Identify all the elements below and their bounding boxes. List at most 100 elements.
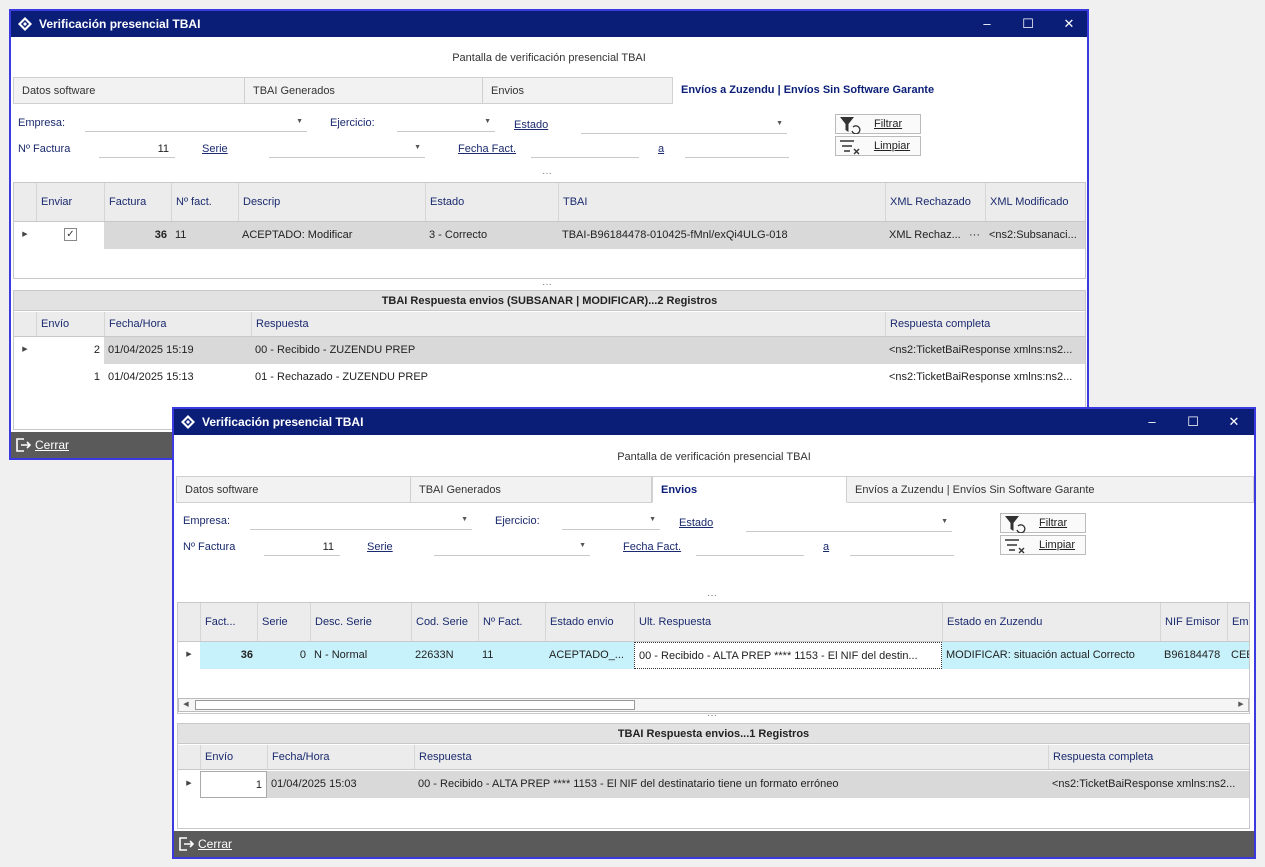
col-nfact[interactable]: Nº Fact. <box>478 603 545 641</box>
col-estado[interactable]: Estado <box>425 183 558 221</box>
col-fecha-hora[interactable]: Fecha/Hora <box>104 312 251 336</box>
col-factura[interactable]: Factura <box>104 183 171 221</box>
col-factura[interactable]: Fact... <box>200 603 257 641</box>
serie-link[interactable]: Serie <box>367 541 393 553</box>
scroll-left-icon[interactable]: ◀ <box>179 699 193 711</box>
col-desc-serie[interactable]: Desc. Serie <box>310 603 411 641</box>
col-descrip[interactable]: Descrip <box>238 183 425 221</box>
fecha-desde-input[interactable] <box>531 141 639 158</box>
fecha-a-link[interactable]: a <box>823 541 829 553</box>
limpiar-button[interactable]: Limpiar <box>1000 535 1086 555</box>
table-row[interactable]: ▶ 1 01/04/2025 15:03 00 - Recibido - ALT… <box>178 771 1249 798</box>
fecha-fact-link[interactable]: Fecha Fact. <box>458 143 516 155</box>
tab-datos-software[interactable]: Datos software <box>13 77 245 104</box>
col-serie[interactable]: Serie <box>257 603 310 641</box>
close-button[interactable]: ✕ <box>1048 11 1087 37</box>
col-xml-rechazado[interactable]: XML Rechazado <box>885 183 985 221</box>
col-nfact[interactable]: Nº fact. <box>171 183 238 221</box>
envios-zuzendu-grid[interactable]: Enviar Factura Nº fact. Descrip Estado T… <box>13 182 1086 279</box>
title-bar[interactable]: Verificación presencial TBAI – ☐ ✕ <box>11 11 1087 37</box>
col-enviar[interactable]: Enviar <box>36 183 104 221</box>
col-cod-serie[interactable]: Cod. Serie <box>411 603 478 641</box>
envios-grid[interactable]: Fact... Serie Desc. Serie Cod. Serie Nº … <box>177 602 1250 714</box>
col-em[interactable]: Em <box>1227 603 1249 641</box>
fecha-hasta-input[interactable] <box>850 539 954 556</box>
ellipsis-button[interactable]: ··· <box>969 222 985 249</box>
scrollbar-thumb[interactable] <box>195 700 635 710</box>
col-respuesta-completa[interactable]: Respuesta completa <box>885 312 1085 336</box>
col-ult-respuesta[interactable]: Ult. Respuesta <box>634 603 942 641</box>
serie-select[interactable]: ▼ <box>434 539 590 556</box>
empresa-select[interactable]: ▼ <box>250 513 472 530</box>
splitter-handle[interactable]: ··· <box>542 168 552 179</box>
fecha-a-link[interactable]: a <box>658 143 664 155</box>
splitter-handle[interactable]: ··· <box>542 279 552 290</box>
screen-header: Pantalla de verificación presencial TBAI <box>452 52 646 64</box>
fecha-hasta-input[interactable] <box>685 141 789 158</box>
cell-tbai: TBAI-B96184478-010425-fMnl/exQi4ULG-018 <box>558 222 885 249</box>
cell-envio: 1 <box>200 771 267 798</box>
cell-estado: 3 - Correcto <box>425 222 558 249</box>
estado-link[interactable]: Estado <box>514 119 548 131</box>
estado-select[interactable]: ▼ <box>581 117 787 134</box>
col-envio[interactable]: Envío <box>36 312 104 336</box>
table-row[interactable]: 1 01/04/2025 15:13 01 - Rechazado - ZUZE… <box>14 364 1085 391</box>
close-button[interactable]: ✕ <box>1213 409 1254 435</box>
minimize-button[interactable]: – <box>966 11 1008 37</box>
tab-envios[interactable]: Envios <box>652 476 847 503</box>
serie-link[interactable]: Serie <box>202 143 228 155</box>
filter-icon <box>1005 516 1026 533</box>
splitter-handle[interactable]: ··· <box>707 590 717 601</box>
col-respuesta-completa[interactable]: Respuesta completa <box>1048 745 1249 769</box>
col-tbai[interactable]: TBAI <box>558 183 885 221</box>
scroll-right-icon[interactable]: ▶ <box>1234 699 1248 711</box>
window-back[interactable]: Verificación presencial TBAI – ☐ ✕ Panta… <box>9 9 1089 460</box>
fecha-desde-input[interactable] <box>696 539 804 556</box>
ejercicio-select[interactable]: ▼ <box>562 513 660 530</box>
col-nif-emisor[interactable]: NIF Emisor <box>1160 603 1227 641</box>
estado-link[interactable]: Estado <box>679 517 713 529</box>
estado-select[interactable]: ▼ <box>746 515 952 532</box>
cell-ult-respuesta[interactable]: 00 - Recibido - ALTA PREP **** 1153 - El… <box>634 642 942 669</box>
col-estado-envio[interactable]: Estado envio <box>545 603 634 641</box>
fecha-fact-link[interactable]: Fecha Fact. <box>623 541 681 553</box>
maximize-button[interactable]: ☐ <box>1007 11 1049 37</box>
table-row[interactable]: ▶ 2 01/04/2025 15:19 00 - Recibido - ZUZ… <box>14 337 1085 364</box>
respuesta-grid[interactable]: TBAI Respuesta envios...1 Registros Enví… <box>177 723 1250 829</box>
filter-icon <box>840 117 861 134</box>
serie-select[interactable]: ▼ <box>269 141 425 158</box>
empresa-select[interactable]: ▼ <box>85 115 307 132</box>
col-respuesta[interactable]: Respuesta <box>414 745 1048 769</box>
splitter-handle[interactable]: ··· <box>707 710 717 721</box>
col-xml-modificado[interactable]: XML Modificado <box>985 183 1085 221</box>
col-estado-zuzendu[interactable]: Estado en Zuzendu <box>942 603 1160 641</box>
nfactura-input[interactable]: 11 <box>99 141 175 158</box>
title-bar[interactable]: Verificación presencial TBAI – ☐ ✕ <box>174 409 1254 435</box>
cell-cod-serie: 22633N <box>411 642 478 669</box>
tab-datos-software[interactable]: Datos software <box>176 476 411 503</box>
cell-respuesta: 00 - Recibido - ALTA PREP **** 1153 - El… <box>414 771 1048 798</box>
cell-estado-envio: ACEPTADO_... <box>545 642 634 669</box>
filtrar-button[interactable]: Filtrar <box>1000 513 1086 533</box>
filtrar-button[interactable]: Filtrar <box>835 114 921 134</box>
enviar-checkbox[interactable]: ✓ <box>64 228 77 241</box>
tab-envios[interactable]: Envios <box>483 77 673 104</box>
maximize-button[interactable]: ☐ <box>1172 409 1214 435</box>
col-envio[interactable]: Envío <box>200 745 267 769</box>
tab-tbai-generados[interactable]: TBAI Generados <box>245 77 483 104</box>
table-row[interactable]: ▶ ✓ 36 11 ACEPTADO: Modificar 3 - Correc… <box>14 222 1085 249</box>
table-row[interactable]: ▶ 36 0 N - Normal 22633N 11 ACEPTADO_...… <box>178 642 1249 669</box>
col-respuesta[interactable]: Respuesta <box>251 312 885 336</box>
tab-tbai-generados[interactable]: TBAI Generados <box>411 476 652 503</box>
empresa-label: Empresa: <box>18 117 66 129</box>
clear-filter-icon <box>1005 539 1025 554</box>
window-front[interactable]: Verificación presencial TBAI – ☐ ✕ Panta… <box>172 407 1256 859</box>
ejercicio-select[interactable]: ▼ <box>397 115 495 132</box>
tab-envios-zuzendu[interactable]: Envíos a Zuzendu | Envíos Sin Software G… <box>673 77 1087 104</box>
dropdown-arrow-icon: ▼ <box>461 516 468 523</box>
tab-envios-zuzendu[interactable]: Envíos a Zuzendu | Envíos Sin Software G… <box>847 476 1254 503</box>
col-fecha-hora[interactable]: Fecha/Hora <box>267 745 414 769</box>
limpiar-button[interactable]: Limpiar <box>835 136 921 156</box>
minimize-button[interactable]: – <box>1131 409 1173 435</box>
nfactura-input[interactable]: 11 <box>264 539 340 556</box>
